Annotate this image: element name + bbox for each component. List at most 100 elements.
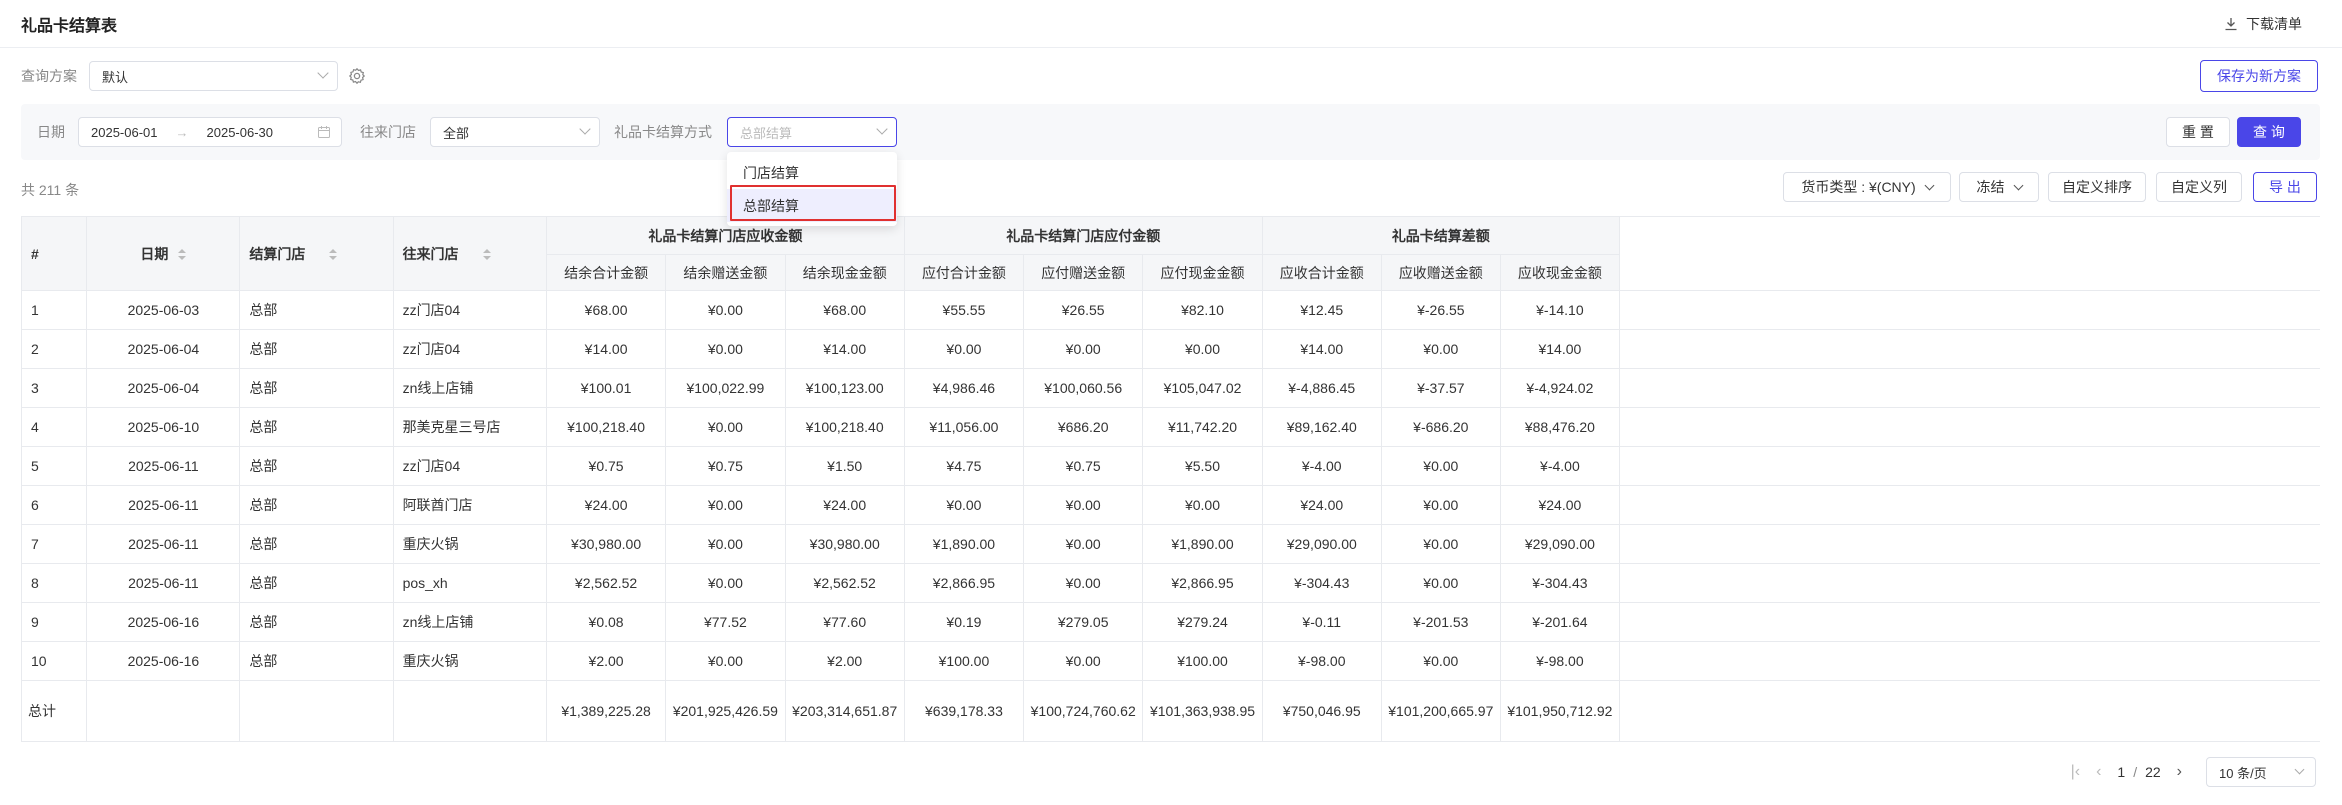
- date-start[interactable]: 2025-06-01: [91, 125, 158, 140]
- table-cell: ¥24.00: [784, 485, 905, 525]
- col-header-partner-store[interactable]: 往来门店: [392, 216, 547, 291]
- table-cell: zz门店04: [392, 446, 547, 486]
- table-cell: 2025-06-04: [86, 368, 241, 408]
- total-empty-cell: [239, 680, 394, 742]
- table-row[interactable]: 9 2025-06-16 总部 zn线上店铺 ¥0.08 ¥77.52 ¥77.60 ¥0.1…: [20, 602, 2320, 642]
- table-cell: ¥26.55: [1023, 290, 1144, 330]
- table-row[interactable]: 4 2025-06-10 总部 那美克星三号店 ¥100,218.40 ¥0.00 ¥100…: [20, 407, 2320, 447]
- filler-cell: [1618, 485, 2320, 525]
- settlement-method-dropdown: 门店结算 总部结算: [727, 152, 897, 226]
- table-cell: ¥0.00: [1142, 329, 1263, 369]
- table-cell: ¥14.00: [545, 329, 667, 369]
- table-cell: ¥2,866.95: [1142, 563, 1263, 603]
- query-button[interactable]: 查 询: [2237, 117, 2301, 147]
- col-header-amount: 结余赠送金额: [665, 254, 786, 291]
- table-row[interactable]: 8 2025-06-11 总部 pos_xh ¥2,562.52 ¥0.00 ¥2,562.…: [20, 563, 2320, 603]
- custom-sort-button[interactable]: 自定义排序: [2048, 172, 2146, 202]
- currency-select[interactable]: 货币类型 : ¥(CNY): [1783, 172, 1951, 202]
- col-header-amount: 结余合计金额: [545, 254, 667, 291]
- chevron-down-icon: [1924, 180, 1935, 190]
- table-row[interactable]: 1 2025-06-03 总部 zz门店04 ¥68.00 ¥0.00 ¥68.00 ¥55.…: [20, 290, 2320, 330]
- table-cell: ¥0.08: [545, 602, 667, 642]
- date-end[interactable]: 2025-06-30: [207, 125, 274, 140]
- table-row[interactable]: 3 2025-06-04 总部 zn线上店铺 ¥100.01 ¥100,022.99 ¥10…: [20, 368, 2320, 408]
- table-cell: ¥279.05: [1023, 602, 1144, 642]
- table-cell: ¥2,562.52: [545, 563, 667, 603]
- dropdown-option-hq-settlement[interactable]: 总部结算: [727, 189, 897, 222]
- current-page[interactable]: 1: [2117, 764, 2125, 780]
- table-cell: ¥2.00: [545, 641, 667, 681]
- table-cell: ¥100.01: [545, 368, 667, 408]
- method-select[interactable]: 总部结算: [727, 117, 897, 147]
- first-page-icon[interactable]: |‹: [2071, 763, 2080, 781]
- table-cell: ¥686.20: [1023, 407, 1144, 447]
- save-new-scheme-button[interactable]: 保存为新方案: [2200, 60, 2318, 92]
- freeze-select[interactable]: 冻结: [1959, 172, 2039, 202]
- table-cell: 阿联酋门店: [392, 485, 547, 525]
- reset-button[interactable]: 重 置: [2166, 117, 2230, 147]
- table-cell: ¥0.00: [1380, 446, 1501, 486]
- col-header-amount: 应收赠送金额: [1380, 254, 1501, 291]
- table-cell: zz门店04: [392, 290, 547, 330]
- total-cell: ¥101,950,712.92: [1499, 680, 1620, 742]
- table-cell: ¥30,980.00: [784, 524, 905, 564]
- export-button[interactable]: 导 出: [2253, 172, 2317, 202]
- table-cell: ¥0.00: [1380, 641, 1501, 681]
- table-cell: ¥-686.20: [1380, 407, 1501, 447]
- gear-icon[interactable]: [348, 67, 366, 85]
- download-list-button[interactable]: 下载清单: [2224, 14, 2302, 34]
- table-cell: ¥100.00: [1142, 641, 1263, 681]
- table-row[interactable]: 10 2025-06-16 总部 重庆火锅 ¥2.00 ¥0.00 ¥2.00 ¥100.00…: [20, 641, 2320, 681]
- table-cell: ¥-98.00: [1261, 641, 1382, 681]
- table-cell: ¥1,890.00: [1142, 524, 1263, 564]
- settlement-table: # 日期 结算门店 往来门店 礼品卡结算门店应收金额 礼品卡结算门店应付金额 礼…: [20, 216, 2320, 742]
- col-header-settle-store[interactable]: 结算门店: [239, 216, 394, 291]
- table-cell: ¥0.75: [545, 446, 667, 486]
- table-cell: ¥0.00: [665, 563, 786, 603]
- filler-cell: [1618, 563, 2320, 603]
- currency-label: 货币类型 : ¥(CNY): [1801, 179, 1916, 195]
- table-cell: ¥1,890.00: [903, 524, 1025, 564]
- col-header-date[interactable]: 日期: [86, 216, 241, 291]
- table-cell: ¥-201.53: [1380, 602, 1501, 642]
- table-cell: ¥12.45: [1261, 290, 1382, 330]
- table-cell: ¥2.00: [784, 641, 905, 681]
- sort-icon[interactable]: [329, 248, 338, 261]
- col-header-amount: 结余现金金额: [784, 254, 905, 291]
- settlement-table-container: # 日期 结算门店 往来门店 礼品卡结算门店应收金额 礼品卡结算门店应付金额 礼…: [20, 216, 2320, 742]
- dropdown-option-store-settlement[interactable]: 门店结算: [727, 156, 897, 189]
- custom-columns-button[interactable]: 自定义列: [2156, 172, 2242, 202]
- table-cell: ¥-14.10: [1499, 290, 1620, 330]
- table-row[interactable]: 7 2025-06-11 总部 重庆火锅 ¥30,980.00 ¥0.00 ¥30,980.…: [20, 524, 2320, 564]
- store-select[interactable]: 全部: [430, 117, 600, 147]
- col-header-amount: 应收合计金额: [1261, 254, 1382, 291]
- table-cell: ¥0.00: [1380, 329, 1501, 369]
- table-cell: 总部: [239, 407, 394, 447]
- table-cell: ¥24.00: [1499, 485, 1620, 525]
- table-cell: ¥89,162.40: [1261, 407, 1382, 447]
- sort-icon[interactable]: [178, 248, 187, 261]
- table-cell: 2025-06-11: [86, 524, 241, 564]
- table-cell: ¥0.75: [1023, 446, 1144, 486]
- prev-page-icon[interactable]: ‹: [2096, 763, 2101, 781]
- next-page-icon[interactable]: ›: [2177, 763, 2182, 781]
- sort-icon[interactable]: [482, 248, 491, 261]
- col-header-amount: 应付现金金额: [1142, 254, 1263, 291]
- store-value: 全部: [443, 125, 470, 141]
- table-cell: ¥-26.55: [1380, 290, 1501, 330]
- scheme-row: 查询方案 默认: [21, 60, 366, 92]
- table-row[interactable]: 2 2025-06-04 总部 zz门店04 ¥14.00 ¥0.00 ¥14.00 ¥0.0…: [20, 329, 2320, 369]
- col-header-index: #: [20, 216, 88, 291]
- table-cell: ¥1.50: [784, 446, 905, 486]
- page-size-select[interactable]: 10 条/页: [2206, 757, 2316, 787]
- table-row[interactable]: 6 2025-06-11 总部 阿联酋门店 ¥24.00 ¥0.00 ¥24.00 ¥0.00…: [20, 485, 2320, 525]
- scheme-select[interactable]: 默认: [89, 61, 338, 91]
- date-range-picker[interactable]: 2025-06-01 → 2025-06-30: [78, 117, 342, 147]
- table-cell: ¥-304.43: [1499, 563, 1620, 603]
- table-cell: 总部: [239, 485, 394, 525]
- table-row[interactable]: 5 2025-06-11 总部 zz门店04 ¥0.75 ¥0.75 ¥1.50 ¥4.75 ¥…: [20, 446, 2320, 486]
- table-cell: 2025-06-16: [86, 602, 241, 642]
- table-cell: 总部: [239, 329, 394, 369]
- col-header-amount: 应收现金金额: [1499, 254, 1620, 291]
- table-cell: ¥0.00: [1023, 524, 1144, 564]
